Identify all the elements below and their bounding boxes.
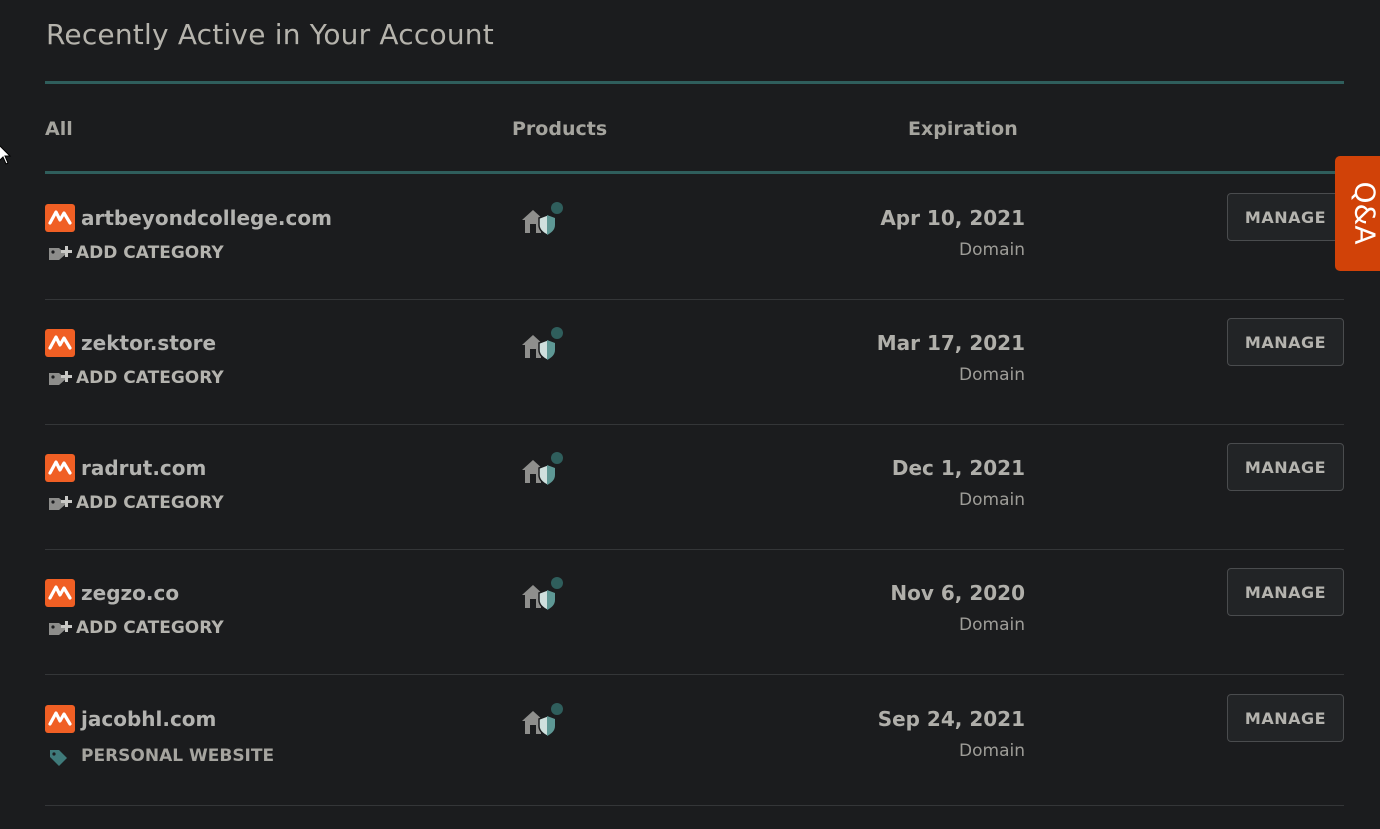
category-label[interactable]: PERSONAL WEBSITE (81, 746, 274, 766)
product-type: Domain (959, 365, 1025, 385)
product-type: Domain (959, 490, 1025, 510)
manage-button[interactable]: MANAGE (1227, 318, 1344, 366)
house-shield-icon[interactable] (519, 701, 569, 741)
domain-link[interactable]: artbeyondcollege.com (81, 206, 332, 230)
namecheap-logo-icon (45, 705, 75, 733)
manage-button[interactable]: MANAGE (1227, 568, 1344, 616)
product-type: Domain (959, 240, 1025, 260)
namecheap-logo-icon (45, 454, 75, 482)
mouse-cursor-icon (0, 144, 12, 166)
expiration-date: Apr 10, 2021 (880, 206, 1025, 230)
manage-button[interactable]: MANAGE (1227, 193, 1344, 241)
column-header-all[interactable]: All (45, 118, 73, 140)
add-category-link[interactable]: ADD CATEGORY (76, 368, 224, 388)
house-shield-icon[interactable] (519, 200, 569, 240)
domain-link[interactable]: zektor.store (81, 331, 216, 355)
tag-add-icon[interactable] (47, 492, 75, 514)
domain-link[interactable]: zegzo.co (81, 581, 179, 605)
expiration-date: Mar 17, 2021 (876, 331, 1025, 355)
column-header-expiration[interactable]: Expiration (908, 118, 1018, 140)
table-row: zektor.store ADD CATEGORY Mar 17, 2021 D… (45, 299, 1344, 425)
tag-icon (47, 747, 75, 769)
qa-feedback-tab[interactable]: Q&A (1335, 156, 1380, 271)
namecheap-logo-icon (45, 204, 75, 232)
namecheap-logo-icon (45, 579, 75, 607)
recently-active-page: Recently Active in Your Account All Prod… (0, 0, 1380, 829)
add-category-link[interactable]: ADD CATEGORY (76, 493, 224, 513)
add-category-link[interactable]: ADD CATEGORY (76, 618, 224, 638)
manage-button[interactable]: MANAGE (1227, 694, 1344, 742)
product-type: Domain (959, 741, 1025, 761)
house-shield-icon[interactable] (519, 450, 569, 490)
expiration-date: Nov 6, 2020 (890, 581, 1025, 605)
product-type: Domain (959, 615, 1025, 635)
section-title: Recently Active in Your Account (46, 18, 494, 51)
table-row: artbeyondcollege.com ADD CATEGORY Apr 10… (45, 174, 1344, 300)
column-header-products: Products (512, 118, 608, 140)
domain-link[interactable]: radrut.com (81, 456, 206, 480)
add-category-link[interactable]: ADD CATEGORY (76, 243, 224, 263)
expiration-date: Dec 1, 2021 (891, 456, 1025, 480)
house-shield-icon[interactable] (519, 575, 569, 615)
manage-button[interactable]: MANAGE (1227, 443, 1344, 491)
namecheap-logo-icon (45, 329, 75, 357)
tag-add-icon[interactable] (47, 242, 75, 264)
house-shield-icon[interactable] (519, 325, 569, 365)
tag-add-icon[interactable] (47, 367, 75, 389)
qa-tab-label: Q&A (1348, 181, 1380, 245)
expiration-date: Sep 24, 2021 (877, 707, 1025, 731)
title-divider (45, 81, 1344, 84)
tag-add-icon[interactable] (47, 617, 75, 639)
table-row: jacobhl.com PERSONAL WEBSITE Sep 24, 202… (45, 675, 1344, 806)
table-row: radrut.com ADD CATEGORY Dec 1, 2021 Doma… (45, 424, 1344, 550)
domain-link[interactable]: jacobhl.com (81, 707, 216, 731)
table-row: zegzo.co ADD CATEGORY Nov 6, 2020 Domain… (45, 549, 1344, 675)
